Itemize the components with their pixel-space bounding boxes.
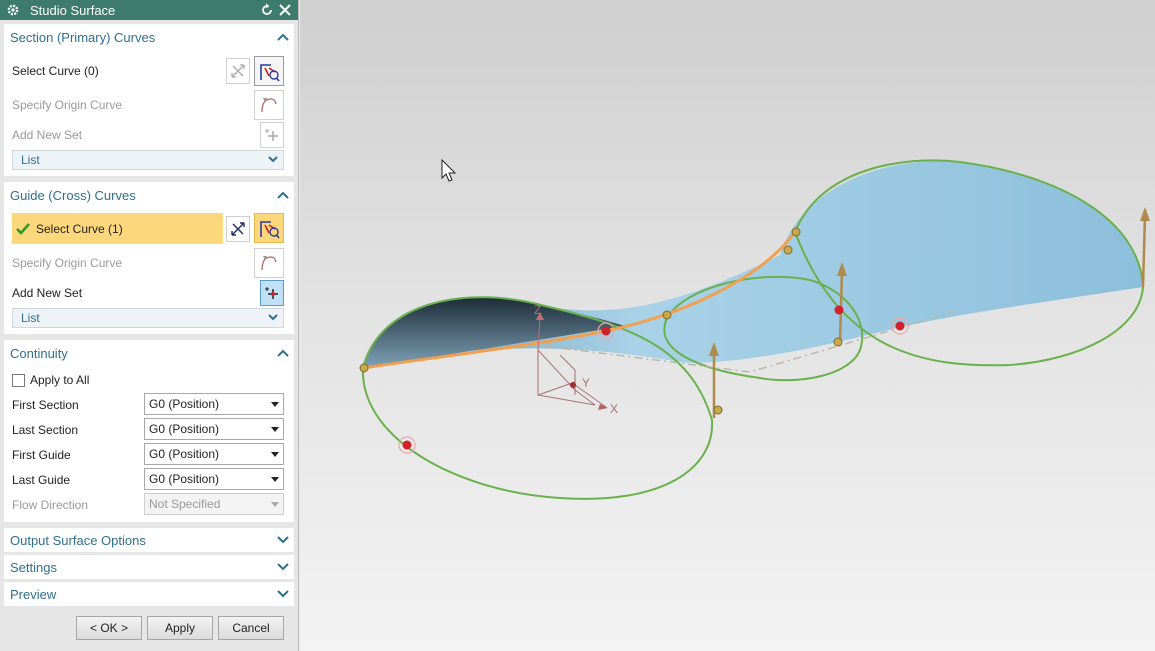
continuity-title: Continuity (10, 345, 68, 361)
continuity-header[interactable]: Continuity (4, 340, 294, 366)
guide-select-curve-label: Select Curve (1) (36, 221, 123, 236)
dropdown-arrow-icon (271, 402, 279, 407)
section-select-curve-row[interactable]: Select Curve (0) (4, 56, 294, 86)
chevron-down-icon[interactable] (272, 536, 294, 544)
first-guide-select[interactable]: G0 (Position) (144, 443, 284, 465)
guide-curves-title: Guide (Cross) Curves (10, 187, 136, 203)
add-set-icon[interactable] (260, 122, 284, 148)
curve-rule-icon[interactable] (254, 56, 284, 86)
guide-list-toggle[interactable]: List (12, 308, 284, 328)
checkmark-icon (16, 222, 30, 236)
mouse-cursor-icon (441, 158, 457, 182)
flow-direction-value: Not Specified (149, 497, 221, 511)
dropdown-arrow-icon (271, 502, 279, 507)
last-section-value: G0 (Position) (149, 422, 220, 436)
origin-curve-icon[interactable] (254, 248, 284, 278)
guide-curves-header[interactable]: Guide (Cross) Curves (4, 182, 294, 208)
apply-to-all-checkbox[interactable] (12, 374, 25, 387)
first-guide-label: First Guide (12, 448, 71, 462)
dialog-title: Studio Surface (30, 2, 116, 18)
apply-button[interactable]: Apply (147, 616, 213, 640)
guide-add-new-set-row[interactable]: Add New Set (4, 280, 294, 306)
chevron-up-icon[interactable] (272, 24, 294, 50)
section-specify-origin-label: Specify Origin Curve (12, 98, 123, 112)
last-guide-value: G0 (Position) (149, 472, 220, 486)
section-specify-origin-row[interactable]: Specify Origin Curve (4, 90, 294, 120)
preview-title: Preview (10, 586, 57, 602)
section-add-new-set-row[interactable]: Add New Set (4, 122, 294, 148)
dialog-titlebar: Studio Surface (0, 0, 298, 20)
section-select-curve-label: Select Curve (0) (12, 64, 99, 78)
flow-direction-label: Flow Direction (12, 498, 89, 512)
dropdown-arrow-icon (271, 452, 279, 457)
guide-list-label: List (21, 311, 40, 325)
apply-to-all-label: Apply to All (30, 373, 90, 387)
x-axis-label: X (610, 402, 618, 416)
chevron-up-icon[interactable] (272, 182, 294, 208)
settings-header[interactable]: Settings (4, 555, 294, 579)
surface-canvas[interactable]: Z Y X (300, 0, 1155, 651)
guide-select-curve-row[interactable]: Select Curve (1) (4, 213, 294, 244)
cancel-button[interactable]: Cancel (218, 616, 284, 640)
guide-specify-origin-row[interactable]: Specify Origin Curve (4, 248, 294, 278)
guide-specify-origin-label: Specify Origin Curve (12, 256, 123, 270)
flow-direction-select[interactable]: Not Specified (144, 493, 284, 515)
continuity-group: Continuity Apply to All First Section G0… (4, 340, 294, 522)
section-add-new-set-label: Add New Set (12, 128, 83, 142)
chevron-down-icon[interactable] (272, 563, 294, 571)
guide-select-curve-highlight[interactable]: Select Curve (1) (12, 213, 223, 244)
section-list-toggle[interactable]: List (12, 150, 284, 170)
reverse-direction-icon[interactable] (226, 58, 250, 84)
y-axis-label: Y (582, 376, 590, 390)
dropdown-arrow-icon (271, 427, 279, 432)
section-curves-header[interactable]: Section (Primary) Curves (4, 24, 294, 50)
studio-surface-dialog: Studio Surface Section (Primary) Curves … (0, 0, 299, 651)
output-surface-options-header[interactable]: Output Surface Options (4, 528, 294, 552)
z-axis-label: Z (534, 303, 541, 317)
section-curves-group: Section (Primary) Curves Select Curve (0… (4, 24, 294, 176)
handle-point[interactable] (834, 305, 844, 315)
handle-point[interactable] (398, 436, 416, 454)
first-section-select[interactable]: G0 (Position) (144, 393, 284, 415)
first-section-label: First Section (12, 398, 79, 412)
curve-rule-icon[interactable] (254, 213, 284, 243)
output-surface-options-title: Output Surface Options (10, 532, 146, 548)
chevron-down-icon[interactable] (267, 310, 279, 327)
graphics-viewport[interactable]: Z Y X (300, 0, 1155, 651)
origin-curve-icon[interactable] (254, 90, 284, 120)
reset-icon[interactable] (258, 1, 276, 19)
guide-curves-group: Guide (Cross) Curves Select Curve (1) Sp… (4, 182, 294, 334)
preview-header[interactable]: Preview (4, 582, 294, 606)
chevron-down-icon[interactable] (267, 152, 279, 169)
chevron-up-icon[interactable] (272, 340, 294, 366)
add-set-icon[interactable] (260, 280, 284, 306)
first-section-value: G0 (Position) (149, 397, 220, 411)
reverse-direction-icon[interactable] (226, 216, 250, 242)
settings-title: Settings (10, 559, 57, 575)
close-icon[interactable] (276, 1, 294, 19)
chevron-down-icon[interactable] (272, 590, 294, 598)
dropdown-arrow-icon (271, 477, 279, 482)
section-list-label: List (21, 153, 40, 167)
section-curves-title: Section (Primary) Curves (10, 29, 156, 45)
last-guide-select[interactable]: G0 (Position) (144, 468, 284, 490)
guide-add-new-set-label: Add New Set (12, 286, 83, 300)
ok-button[interactable]: < OK > (76, 616, 142, 640)
gear-icon[interactable] (4, 1, 22, 19)
last-guide-label: Last Guide (12, 473, 71, 487)
last-section-select[interactable]: G0 (Position) (144, 418, 284, 440)
last-section-label: Last Section (12, 423, 79, 437)
first-guide-value: G0 (Position) (149, 447, 220, 461)
